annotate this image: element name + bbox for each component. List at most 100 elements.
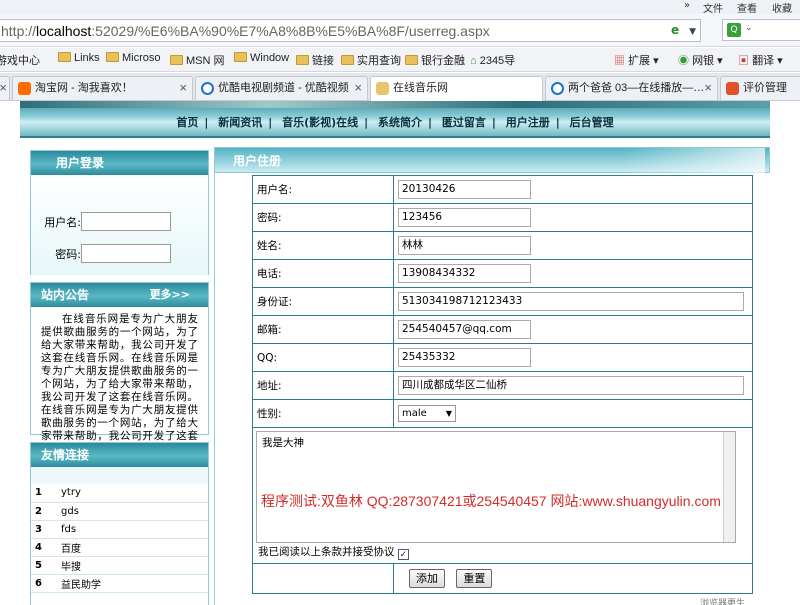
main-nav: 首页 | 新闻资讯 | 音乐(影视)在线 | 系统简介 | 匿过留言 | 用户注册 | 后台… <box>176 116 614 129</box>
field-label: 邮箱: <box>252 315 394 344</box>
folder-icon <box>296 55 309 65</box>
close-icon[interactable]: × <box>354 77 362 99</box>
tab-taobao[interactable]: 淘宝网 - 淘我喜欢！ × <box>12 76 193 100</box>
field-label: 密码: <box>252 203 394 232</box>
fav-microsoft[interactable]: Microso <box>106 52 161 64</box>
list-item[interactable]: 1 ytry <box>31 484 208 503</box>
textarea-scrollbar[interactable] <box>723 432 735 542</box>
form-row-name: 姓名: 林林 <box>252 231 753 260</box>
username-field[interactable]: 20130426 <box>398 180 531 199</box>
fav-links[interactable]: Links <box>58 52 100 64</box>
form-row-qq: QQ: 25435332 <box>252 343 753 372</box>
nav-about[interactable]: 系统简介 <box>378 116 422 129</box>
login-password-input[interactable] <box>81 244 171 263</box>
review-favicon <box>726 82 739 95</box>
tab-music-site[interactable]: 在线音乐网 <box>370 76 543 101</box>
password-label: 密码: <box>55 248 81 261</box>
search-dropdown-icon[interactable]: ⌄ <box>745 23 753 33</box>
field-label: 地址: <box>252 371 394 400</box>
folder-icon <box>405 55 418 65</box>
tab-video-play[interactable]: 两个爸爸 03—在线播放—… × <box>545 76 718 100</box>
list-item[interactable]: 4 百度 <box>31 538 208 557</box>
fav-links-cn[interactable]: 链接 <box>296 52 334 68</box>
tab-youku[interactable]: 优酷电视剧频道 - 优酷视频 × <box>195 76 368 100</box>
gender-select[interactable]: male ▼ <box>398 405 456 422</box>
menu-chevron-icon[interactable]: » <box>684 0 690 11</box>
play-icon <box>201 82 214 95</box>
notice-header: 站内公告 更多>> <box>31 283 208 307</box>
tab-review-manage[interactable]: 评价管理 <box>720 76 800 100</box>
menu-view[interactable]: 查看 <box>737 0 757 15</box>
address-field[interactable]: 四川成都成华区二仙桥 <box>398 376 744 395</box>
nav-admin[interactable]: 后台管理 <box>570 116 614 129</box>
nav-register[interactable]: 用户注册 <box>506 116 550 129</box>
browser-menu-bar: » 文件 查看 收藏 <box>0 0 800 15</box>
links-table: 1 ytry 2 gds 3 fds 4 百度 5 毕搜 6 益民助学 <box>31 484 208 593</box>
fav-2345[interactable]: ⌂ 2345导 <box>470 52 515 68</box>
test-watermark: 程序测试:双鱼林 QQ:287307421或254540457 网站:www.s… <box>261 493 721 509</box>
agree-checkbox[interactable]: ✓ <box>397 549 409 560</box>
tab-bar: × 淘宝网 - 淘我喜欢！ × 优酷电视剧频道 - 优酷视频 × 在线音乐网 两… <box>0 73 800 101</box>
phone-field[interactable]: 13908434332 <box>398 264 531 283</box>
ie-compat-icon[interactable]: e <box>671 23 679 37</box>
field-label: 性别: <box>252 399 394 428</box>
idcard-field[interactable]: 513034198712123433 <box>398 292 744 311</box>
field-label: 电话: <box>252 259 394 288</box>
list-item[interactable]: 3 fds <box>31 520 208 539</box>
scenery-decoration <box>625 148 765 173</box>
play-icon <box>551 82 564 95</box>
friend-links-box: 友情连接 1 ytry 2 gds 3 fds 4 百度 5 毕搜 6 益民助学 <box>30 442 209 605</box>
fav-game-center[interactable]: 游戏中心 <box>0 52 40 68</box>
search-icon[interactable]: Q <box>727 23 741 37</box>
more-link[interactable]: 更多>> <box>150 283 190 307</box>
fav-tools[interactable]: 实用查询 <box>341 52 401 68</box>
list-item[interactable]: 6 益民助学 <box>31 574 208 593</box>
music-favicon <box>376 82 389 95</box>
toolbar-extensions[interactable]: ▦ 扩展 ▾ <box>614 52 659 68</box>
intro-textarea[interactable]: 我是大神 程序测试:双鱼林 QQ:287307421或254540457 网站:… <box>256 431 736 543</box>
notice-text: 在线音乐网是专为广大朋友提供歌曲服务的一个网站，为了给大家带来帮助，我公司开发了… <box>41 313 198 455</box>
toolbar-netbank[interactable]: ◉ 网银 ▾ <box>678 52 723 68</box>
folder-icon <box>341 55 354 65</box>
login-box: 用户登录 用户名: 密码: <box>30 150 209 275</box>
qq-field[interactable]: 25435332 <box>398 348 531 367</box>
url-field[interactable]: http://localhost:52029/%E6%BA%90%E7%A8%8… <box>0 19 701 42</box>
notice-box: 站内公告 更多>> 在线音乐网是专为广大朋友提供歌曲服务的一个网站，为了给大家带… <box>30 282 209 455</box>
nav-news[interactable]: 新闻资讯 <box>218 116 262 129</box>
menu-file[interactable]: 文件 <box>703 0 723 15</box>
fav-bank[interactable]: 银行金融 <box>405 52 465 68</box>
login-username-input[interactable] <box>81 212 171 231</box>
tab-scroll-left[interactable]: × <box>0 76 10 100</box>
email-field[interactable]: 254540457@qq.com <box>398 320 531 339</box>
agree-row: 我已阅读以上条款并接受协议 ✓ <box>256 543 752 561</box>
form-row-email: 邮箱: 254540457@qq.com <box>252 315 753 344</box>
notice-title: 站内公告 <box>41 288 90 302</box>
menu-favorites[interactable]: 收藏 <box>772 0 792 15</box>
home-icon: ⌂ <box>470 55 480 67</box>
password-field[interactable]: 123456 <box>398 208 531 227</box>
search-field[interactable]: Q ⌄ <box>722 19 800 41</box>
folder-icon <box>234 52 247 62</box>
fav-msn[interactable]: MSN 网 <box>170 52 225 68</box>
fav-windows[interactable]: Window <box>234 52 289 64</box>
url-dropdown-icon[interactable]: ▼ <box>689 27 696 37</box>
close-icon[interactable]: × <box>704 77 712 99</box>
name-field[interactable]: 林林 <box>398 236 531 255</box>
list-item[interactable]: 2 gds <box>31 502 208 521</box>
agree-label: 我已阅读以上条款并接受协议 <box>258 546 395 558</box>
submit-button[interactable]: 添加 <box>409 569 445 588</box>
register-form: 用户名: 20130426 密码: 123456 姓名: 林林 电话: 1390… <box>252 175 753 594</box>
nav-guestbook[interactable]: 匿过留言 <box>442 116 486 129</box>
nav-home[interactable]: 首页 <box>176 116 198 129</box>
reset-button[interactable]: 重置 <box>456 569 493 588</box>
grid-icon: ▦ <box>614 55 629 67</box>
nav-music-online[interactable]: 音乐(影视)在线 <box>282 116 358 129</box>
field-label: 身份证: <box>252 287 394 316</box>
url-text: http://localhost:52029/%E6%BA%90%E7%A8%8… <box>1 23 490 39</box>
list-item[interactable]: 5 毕搜 <box>31 556 208 575</box>
field-label: 用户名: <box>252 175 394 204</box>
close-icon[interactable]: × <box>179 77 187 99</box>
toolbar-translate[interactable]: ▣ 翻译 ▾ <box>738 52 783 68</box>
field-label: QQ: <box>252 343 394 372</box>
intro-text: 我是大神 <box>262 437 304 449</box>
